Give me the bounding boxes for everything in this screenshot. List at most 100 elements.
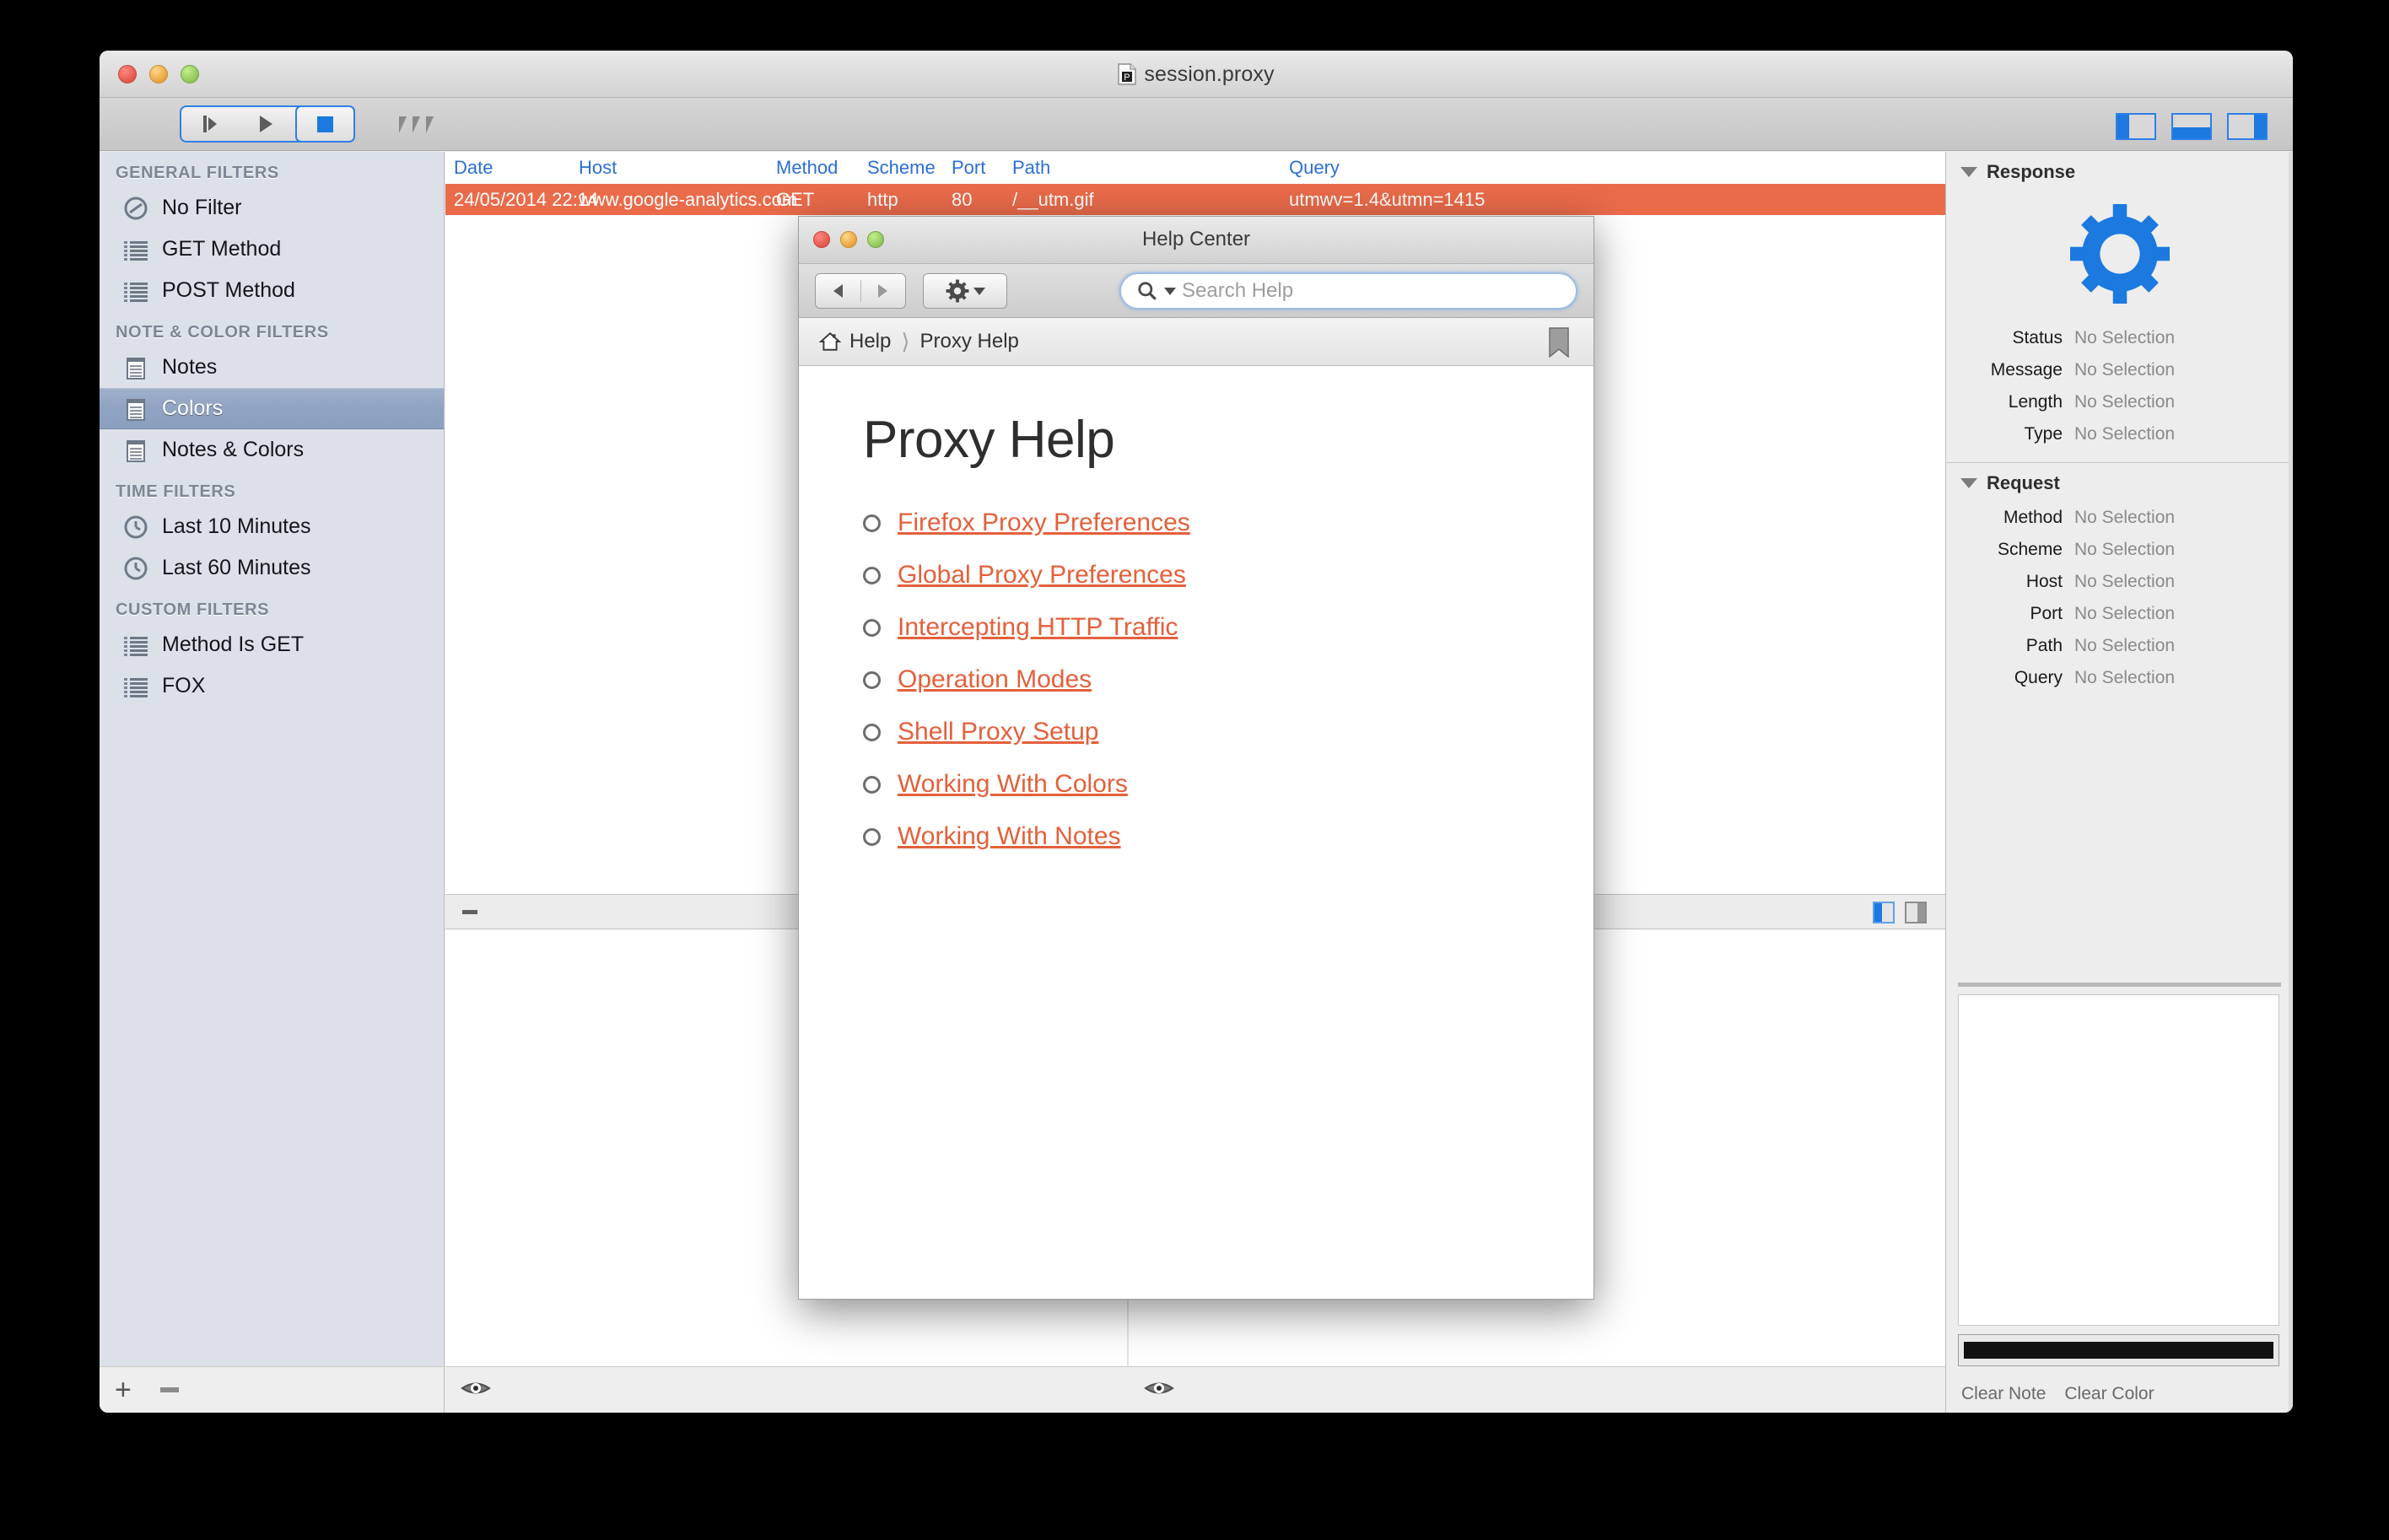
toggle-right-pane-button[interactable] <box>1905 902 1927 923</box>
help-topic-link[interactable]: Global Proxy Preferences <box>898 561 1186 590</box>
column-header-path[interactable]: Path <box>1012 152 1291 184</box>
add-filter-button[interactable]: + <box>115 1376 132 1404</box>
inspector-field-value: No Selection <box>2074 360 2176 380</box>
resize-corner-icon[interactable] <box>2286 51 2293 61</box>
inspector-field-value: No Selection <box>2074 508 2176 527</box>
note-textarea[interactable] <box>1958 994 2279 1326</box>
play-icon <box>260 116 273 132</box>
chevron-down-icon <box>973 287 985 295</box>
column-header-port[interactable]: Port <box>952 152 1019 184</box>
sidebar-item-no-filter[interactable]: No Filter <box>100 187 444 229</box>
sidebar-item-label: GET Method <box>162 237 282 261</box>
table-body: 24/05/2014 22:14 www.google-analytics.com… <box>445 184 1945 215</box>
help-topic-link[interactable]: Intercepting HTTP Traffic <box>898 613 1178 642</box>
play-button[interactable] <box>238 107 294 141</box>
toggle-left-sidebar-button[interactable] <box>2116 113 2156 140</box>
preview-right-eye-icon[interactable] <box>1144 1378 1174 1398</box>
chevron-down-icon[interactable] <box>1960 167 1977 177</box>
center-footer-toolbar <box>445 1366 1945 1413</box>
sidebar-item-get-method[interactable]: GET Method <box>100 229 444 270</box>
columns-icon[interactable] <box>399 116 434 133</box>
clear-color-button[interactable]: Clear Color <box>2064 1384 2154 1404</box>
collapse-handle-icon[interactable] <box>462 910 477 914</box>
help-toolbar: Search Help <box>799 264 1594 318</box>
help-topic-item[interactable]: Working With Notes <box>863 822 1594 851</box>
remove-filter-button[interactable] <box>159 1387 179 1392</box>
window-title-text: session.proxy <box>1144 62 1275 86</box>
inspector-scrollbar[interactable] <box>2289 152 2293 1413</box>
help-content: Proxy Help Firefox Proxy Preferences Glob… <box>799 366 1594 1299</box>
sidebar-item-label: Notes <box>162 355 218 379</box>
sidebar-item-method-is-get[interactable]: Method Is GET <box>100 624 444 665</box>
note-separator <box>1958 983 2281 987</box>
help-topic-item[interactable]: Firefox Proxy Preferences <box>863 509 1594 537</box>
response-status-graphic <box>1946 191 2293 322</box>
breadcrumb-separator-icon: ⟩ <box>901 328 910 354</box>
color-swatch-bar[interactable] <box>1958 1334 2279 1366</box>
table-row[interactable]: 24/05/2014 22:14 www.google-analytics.com… <box>445 184 1945 215</box>
search-help-placeholder: Search Help <box>1182 279 1294 302</box>
search-help-field[interactable]: Search Help <box>1119 272 1577 310</box>
sidebar-item-label: Colors <box>162 396 224 420</box>
help-topic-item[interactable]: Operation Modes <box>863 665 1594 694</box>
sidebar-item-label: Method Is GET <box>162 633 305 656</box>
help-topic-item[interactable]: Shell Proxy Setup <box>863 718 1594 746</box>
back-button[interactable] <box>816 274 860 308</box>
column-header-scheme[interactable]: Scheme <box>867 152 960 184</box>
inspector-field-key: Method <box>2003 508 2063 527</box>
inspector-field-key: Status <box>2012 328 2063 347</box>
inspector-field-row: Host No Selection <box>1946 566 2293 598</box>
help-center-window: Help Center Search Help Help ⟩ Proxy Hel… <box>798 216 1594 1300</box>
clear-note-button[interactable]: Clear Note <box>1961 1384 2046 1404</box>
column-header-query[interactable]: Query <box>1289 152 1584 184</box>
forward-button[interactable] <box>861 274 906 308</box>
help-topic-link[interactable]: Working With Notes <box>898 822 1121 851</box>
sidebar-item-colors[interactable]: Colors <box>100 388 444 429</box>
toggle-bottom-panel-button[interactable] <box>2171 113 2212 140</box>
sidebar-item-label: FOX <box>162 674 206 697</box>
sidebar-item-notes[interactable]: Notes <box>100 347 444 388</box>
pane-layout-toggle-group <box>1873 902 1927 923</box>
stop-button[interactable] <box>294 105 355 143</box>
sidebar-item-last-10-minutes[interactable]: Last 10 Minutes <box>100 506 444 547</box>
inspector-field-value: No Selection <box>2074 604 2176 623</box>
help-action-menu-button[interactable] <box>923 273 1007 309</box>
sidebar-item-post-method[interactable]: POST Method <box>100 270 444 311</box>
help-topic-link[interactable]: Operation Modes <box>898 665 1092 694</box>
cell-query: utmwv=1.4&utmn=1415 <box>1289 189 1486 210</box>
chevron-down-icon[interactable] <box>1960 478 1977 488</box>
sidebar-item-fox[interactable]: FOX <box>100 665 444 707</box>
bullet-icon <box>863 775 881 794</box>
help-topic-link[interactable]: Firefox Proxy Preferences <box>898 509 1190 537</box>
bullet-icon <box>863 723 881 741</box>
response-section-header[interactable]: Response <box>1946 152 2293 191</box>
step-button[interactable] <box>181 107 238 141</box>
proxy-document-icon: P <box>1118 63 1137 85</box>
sidebar-item-label: Last 10 Minutes <box>162 514 311 538</box>
window-titlebar[interactable]: P session.proxy <box>100 51 2293 98</box>
help-topic-item[interactable]: Working With Colors <box>863 770 1594 799</box>
recording-segmented-control[interactable] <box>180 105 355 143</box>
help-topic-item[interactable]: Global Proxy Preferences <box>863 561 1594 590</box>
request-section-header[interactable]: Request <box>1946 463 2293 502</box>
breadcrumb-home[interactable]: Help <box>849 330 891 353</box>
search-scope-caret-icon[interactable] <box>1164 287 1176 295</box>
note-editor-block: Clear Note Clear Color <box>1946 983 2293 1413</box>
help-topic-link[interactable]: Working With Colors <box>898 770 1128 799</box>
sidebar-item-label: Notes & Colors <box>162 438 305 461</box>
help-titlebar[interactable]: Help Center <box>799 217 1594 264</box>
preview-left-eye-icon[interactable] <box>461 1378 491 1398</box>
home-icon[interactable] <box>819 331 841 353</box>
help-topic-link[interactable]: Shell Proxy Setup <box>898 718 1098 746</box>
sidebar-group-title: GENERAL FILTERS <box>116 164 279 182</box>
inspector-field-row: Length No Selection <box>1946 386 2293 418</box>
inspector-field-value: No Selection <box>2074 636 2176 655</box>
bookmark-icon[interactable] <box>1548 327 1570 358</box>
sidebar-item-last-60-minutes[interactable]: Last 60 Minutes <box>100 547 444 589</box>
toggle-left-pane-button[interactable] <box>1873 902 1895 923</box>
sidebar-item-label: No Filter <box>162 196 242 219</box>
toggle-right-sidebar-button[interactable] <box>2227 113 2268 140</box>
sidebar-item-notes-colors[interactable]: Notes & Colors <box>100 429 444 471</box>
help-topic-item[interactable]: Intercepting HTTP Traffic <box>863 613 1594 642</box>
inspector-field-key: Path <box>2025 636 2063 655</box>
